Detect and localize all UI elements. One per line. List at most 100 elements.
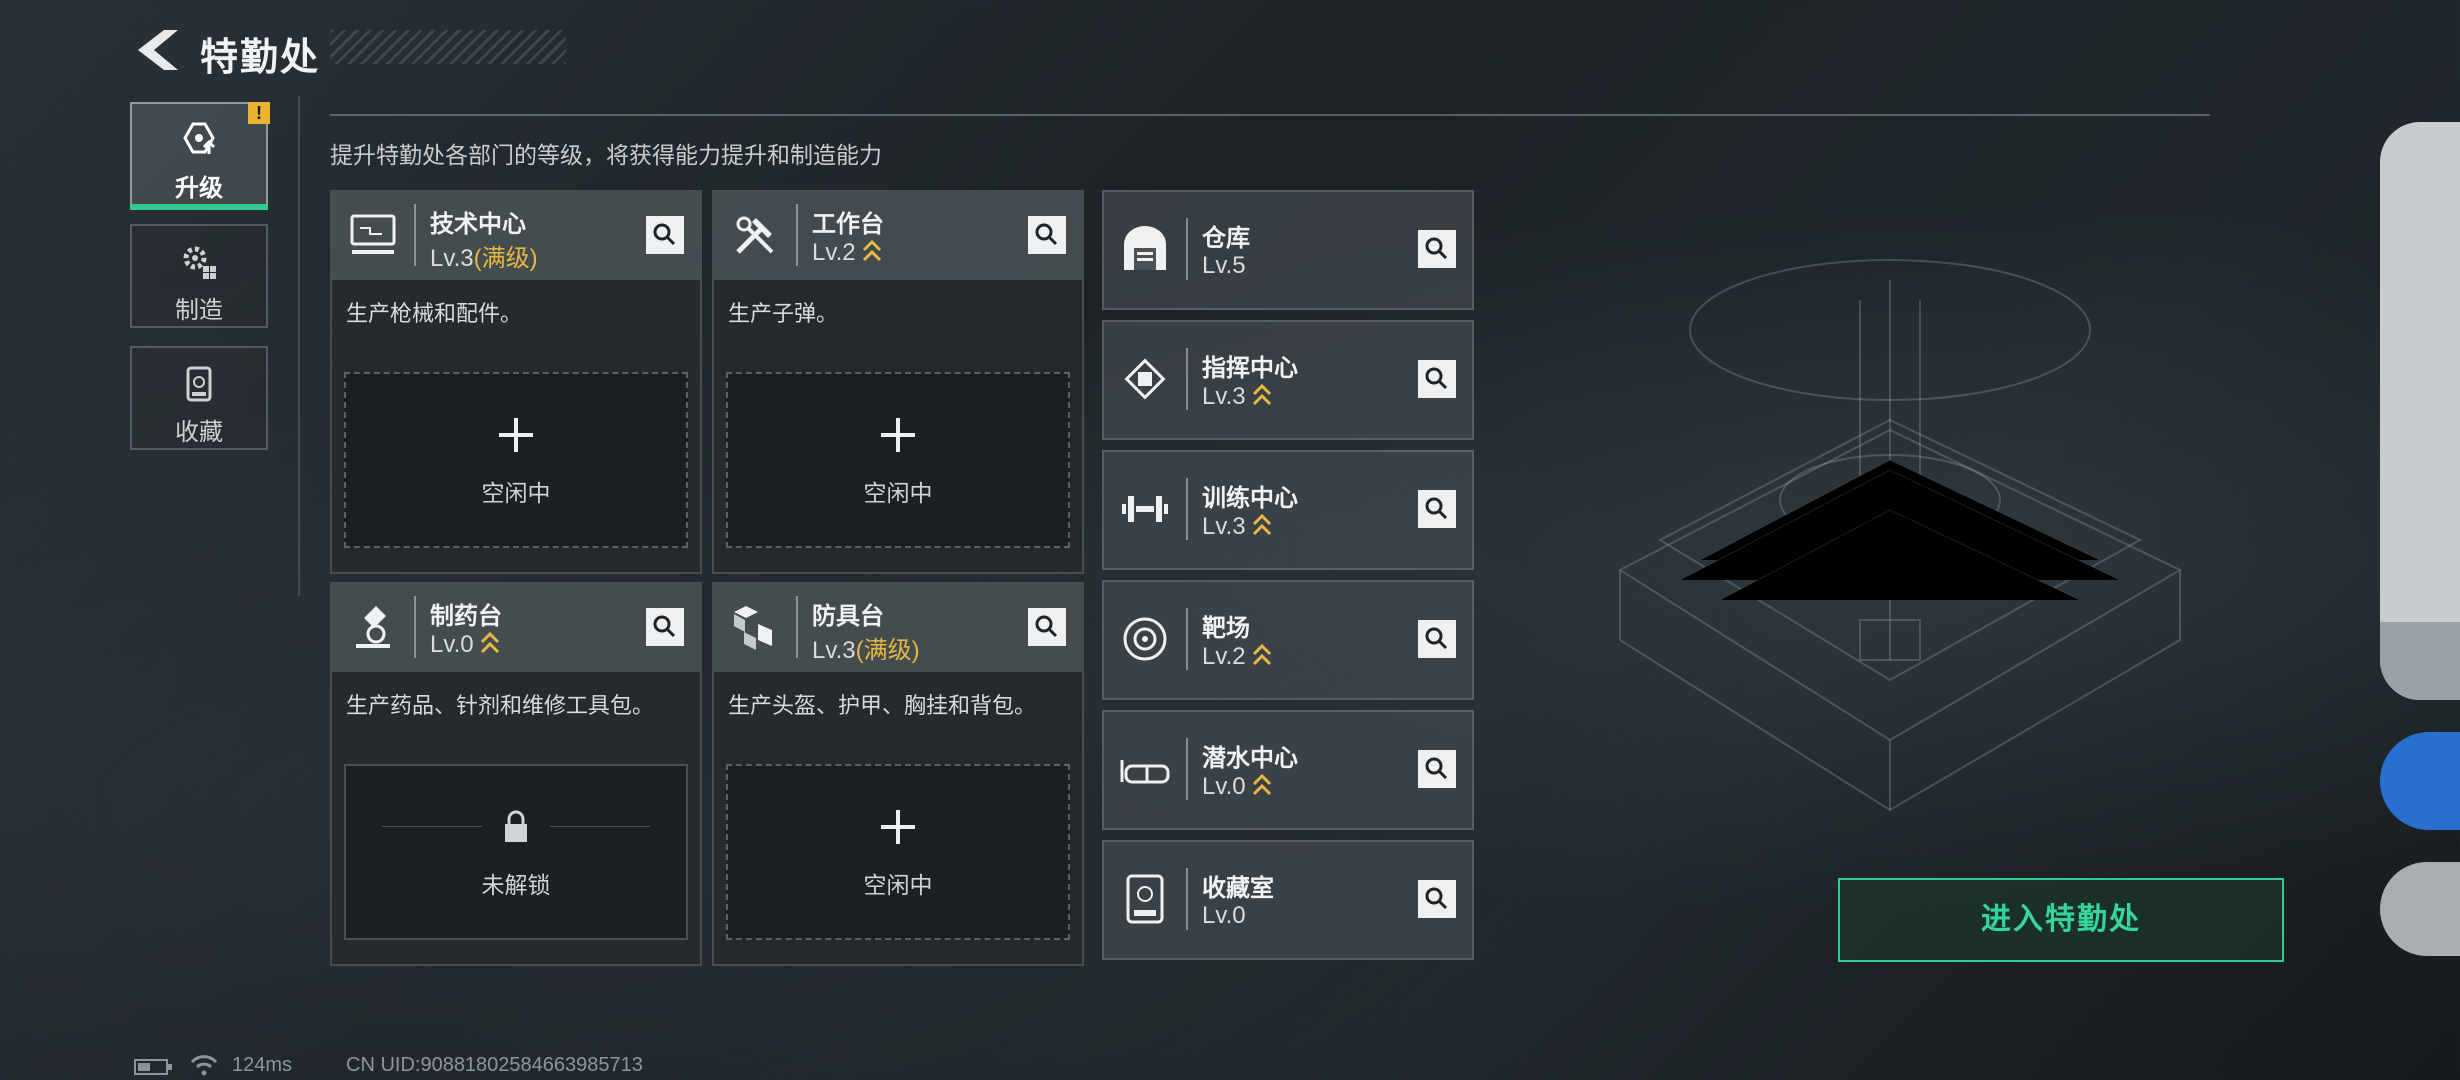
facility-name: 收藏室 (1202, 875, 1274, 902)
title-decoration (330, 30, 566, 64)
facility-card-armor-bench[interactable]: 防具台 Lv.3(满级) 生产头盔、护甲、胸挂和背包。 空闲中 (712, 582, 1084, 966)
dumbbell-icon (1122, 496, 1168, 522)
max-level-tag: (满级) (855, 637, 920, 664)
target-icon (1123, 617, 1167, 661)
side-overlay-panel[interactable] (2380, 122, 2460, 700)
max-level-tag: (满级) (473, 245, 538, 272)
facility-card-collection-room[interactable]: 收藏室 Lv.0 (1102, 840, 1474, 960)
card-separator (1186, 738, 1188, 800)
upgrade-available-icon (1252, 643, 1271, 666)
facility-level: Lv.3(满级) (812, 637, 920, 664)
user-uid: CN UID:90881802584663985713 (346, 1054, 643, 1076)
plus-icon (881, 418, 915, 452)
facility-level: Lv.2 (812, 238, 882, 267)
side-overlay-button[interactable] (2380, 732, 2460, 830)
display-case-icon (1126, 874, 1164, 924)
facility-description: 生产子弹。 (728, 301, 839, 326)
facility-card-tech-center[interactable]: 技术中心 Lv.3(满级) 生产枪械和配件。 空闲中 (330, 190, 702, 574)
chip-icon (1124, 358, 1166, 400)
facility-level: Lv.0 (1202, 772, 1272, 801)
inspect-button[interactable] (1028, 608, 1066, 646)
warehouse-icon (1124, 226, 1166, 270)
plus-icon (881, 810, 915, 844)
magnifier-icon (1425, 627, 1448, 650)
slot-status: 未解锁 (481, 872, 551, 898)
divider (298, 96, 300, 596)
facility-card-pharmacy[interactable]: 制药台 Lv.0 生产药品、针剂和维修工具包。 未解锁 (330, 582, 702, 966)
inspect-button[interactable] (1028, 216, 1066, 254)
inspect-button[interactable] (646, 216, 684, 254)
side-overlay-panel-footer[interactable] (2380, 622, 2460, 700)
tab-collection[interactable]: 收藏 (130, 346, 268, 450)
upgrade-available-icon (1252, 513, 1271, 536)
facility-name: 潜水中心 (1202, 745, 1298, 772)
inspect-button[interactable] (1418, 360, 1456, 398)
slot-status: 空闲中 (863, 872, 933, 898)
magnifier-icon (1425, 887, 1448, 910)
magnifier-icon (1035, 223, 1058, 246)
inspect-button[interactable] (646, 608, 684, 646)
facility-name: 指挥中心 (1202, 355, 1298, 382)
facility-name: 防具台 (812, 603, 884, 630)
facility-name: 工作台 (812, 211, 884, 238)
tab-upgrade-label: 升级 (175, 175, 223, 202)
magnifier-icon (1035, 615, 1058, 638)
facility-card-command-center[interactable]: 指挥中心 Lv.3 (1102, 320, 1474, 440)
facility-level: Lv.5 (1202, 252, 1246, 279)
magnifier-icon (1425, 497, 1448, 520)
production-slot[interactable]: 空闲中 (726, 372, 1070, 548)
magnifier-icon (653, 223, 676, 246)
divider (382, 826, 482, 827)
slot-status: 空闲中 (481, 480, 551, 506)
inspect-button[interactable] (1418, 620, 1456, 658)
production-slot-locked: 未解锁 (344, 764, 688, 940)
inspect-button[interactable] (1418, 490, 1456, 528)
production-slot[interactable]: 空闲中 (344, 372, 688, 548)
facility-card-shooting-range[interactable]: 靶场 Lv.2 (1102, 580, 1474, 700)
facility-level: Lv.2 (1202, 642, 1272, 671)
card-separator (796, 596, 798, 658)
facility-name: 制药台 (430, 603, 502, 630)
facility-card-workbench[interactable]: 工作台 Lv.2 生产子弹。 空闲中 (712, 190, 1084, 574)
wifi-icon (190, 1055, 218, 1076)
card-separator (1186, 348, 1188, 410)
card-separator (1186, 608, 1188, 670)
inspect-button[interactable] (1418, 230, 1456, 268)
facility-level: Lv.3 (1202, 512, 1272, 541)
inspect-button[interactable] (1418, 750, 1456, 788)
card-separator (1186, 868, 1188, 930)
ping-readout: 124ms (232, 1054, 293, 1076)
facility-description: 生产头盔、护甲、胸挂和背包。 (728, 693, 1037, 718)
enter-button[interactable]: 进入特勤处 (1838, 878, 2284, 962)
divider (330, 114, 2210, 116)
upgrade-available-icon (1252, 383, 1271, 406)
back-icon[interactable] (134, 28, 182, 72)
battery-icon (134, 1059, 172, 1075)
side-overlay-button[interactable] (2380, 862, 2460, 956)
facility-name: 技术中心 (430, 211, 526, 238)
gears-icon (183, 246, 216, 279)
lock-icon (505, 810, 527, 842)
goggles-icon (1120, 760, 1170, 784)
upgrade-available-icon (480, 631, 499, 654)
inspect-button[interactable] (1418, 880, 1456, 918)
magnifier-icon (1425, 237, 1448, 260)
magnifier-icon (1425, 367, 1448, 390)
facility-card-diving-center[interactable]: 潜水中心 Lv.0 (1102, 710, 1474, 830)
card-separator (414, 596, 416, 658)
facility-card-warehouse[interactable]: 仓库 Lv.5 (1102, 190, 1474, 310)
tab-craft[interactable]: 制造 (130, 224, 268, 328)
divider (550, 826, 650, 827)
base-blueprint-illustration (1617, 259, 2183, 812)
subtitle: 提升特勤处各部门的等级，将获得能力提升和制造能力 (330, 142, 882, 168)
facility-level: Lv.0 (430, 630, 500, 659)
facility-name: 靶场 (1202, 615, 1250, 642)
slot-status: 空闲中 (863, 480, 933, 506)
tab-collection-label: 收藏 (175, 419, 223, 446)
magnifier-icon (653, 615, 676, 638)
page-title: 特勤处 (200, 37, 321, 79)
facility-description: 生产药品、针剂和维修工具包。 (346, 693, 655, 718)
facility-card-training-center[interactable]: 训练中心 Lv.3 (1102, 450, 1474, 570)
collection-icon (186, 366, 212, 402)
production-slot[interactable]: 空闲中 (726, 764, 1070, 940)
